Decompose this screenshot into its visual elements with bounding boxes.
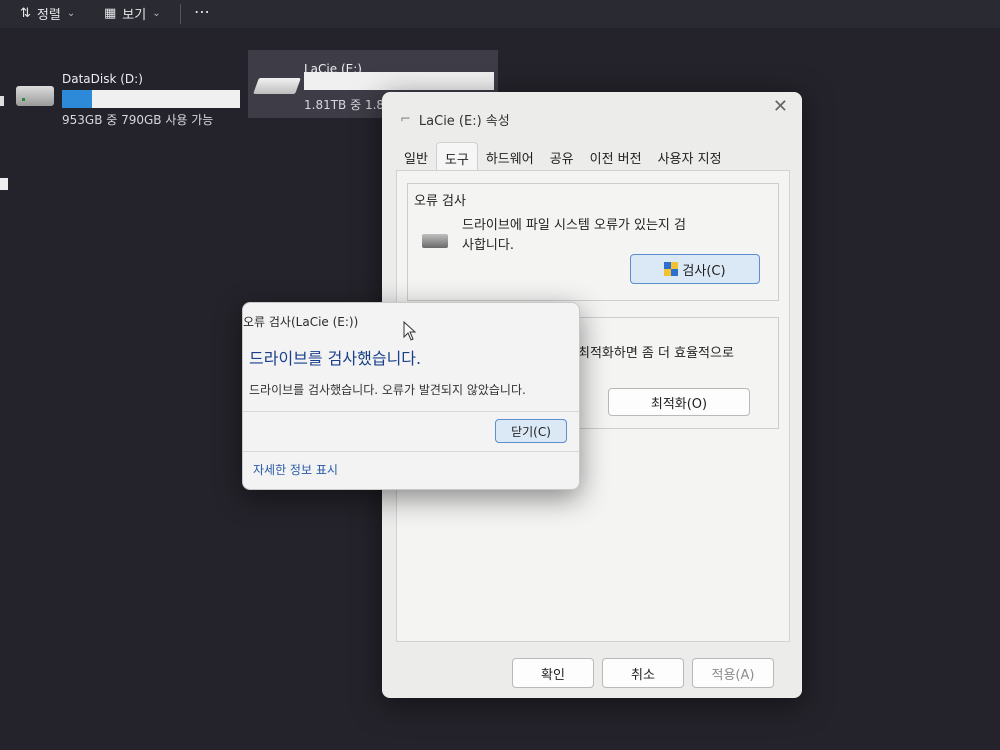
- explorer-toolbar: ⇅ 정렬 ⌄ ▦ 보기 ⌄ ⋯: [0, 0, 1000, 28]
- optimize-description: 최적화하면 좀 더 효율적으로: [578, 346, 734, 361]
- error-check-group: 오류 검사 드라이브에 파일 시스템 오류가 있는지 검 사합니다. 검사(C): [407, 183, 779, 301]
- drive-usage-bar: [304, 72, 494, 90]
- drive-icon: ⌐: [400, 112, 411, 127]
- hard-drive-icon: [422, 234, 448, 248]
- view-icon: ▦: [104, 6, 117, 21]
- external-drive-icon: [253, 78, 301, 94]
- divider: [243, 411, 579, 412]
- divider: [243, 451, 579, 452]
- properties-title-bar: ⌐ LaCie (E:) 속성: [400, 110, 510, 129]
- hard-drive-icon: [16, 86, 54, 106]
- result-message: 드라이브를 검사했습니다. 오류가 발견되지 않았습니다.: [249, 383, 526, 397]
- chevron-down-icon: ⌄: [152, 8, 161, 19]
- drive-size-text: 953GB 중 790GB 사용 가능: [62, 113, 214, 127]
- mouse-cursor-icon: [403, 321, 417, 341]
- view-label: 보기: [122, 8, 147, 23]
- more-options-button[interactable]: ⋯: [194, 2, 210, 21]
- drive-name: DataDisk (D:): [62, 72, 143, 86]
- left-edge-marker: [0, 96, 4, 106]
- apply-button[interactable]: 적용(A): [692, 658, 774, 688]
- close-icon[interactable]: ✕: [773, 96, 788, 117]
- properties-title: LaCie (E:) 속성: [418, 114, 510, 129]
- sort-icon: ⇅: [20, 6, 31, 21]
- sort-label: 정렬: [36, 8, 61, 23]
- group-title: 오류 검사: [414, 194, 466, 209]
- check-button[interactable]: 검사(C): [630, 254, 760, 284]
- error-check-description: 드라이브에 파일 시스템 오류가 있는지 검 사합니다.: [462, 218, 686, 253]
- show-details-link[interactable]: 자세한 정보 표시: [253, 461, 338, 478]
- shield-icon: [664, 261, 679, 277]
- check-button-label: 검사(C): [682, 263, 726, 279]
- sort-button[interactable]: ⇅ 정렬 ⌄: [20, 4, 75, 23]
- drive-tile-d[interactable]: DataDisk (D:) 953GB 중 790GB 사용 가능: [16, 72, 240, 128]
- chevron-down-icon: ⌄: [66, 8, 76, 19]
- result-heading: 드라이브를 검사했습니다.: [249, 349, 422, 368]
- drive-usage-bar: [62, 90, 240, 108]
- ok-button[interactable]: 확인: [512, 658, 594, 688]
- drive-usage-fill: [62, 90, 93, 108]
- left-edge-marker: [0, 178, 8, 190]
- cancel-button[interactable]: 취소: [602, 658, 684, 688]
- close-button[interactable]: 닫기(C): [495, 419, 567, 443]
- view-button[interactable]: ▦ 보기 ⌄: [104, 4, 161, 23]
- result-dialog-title: 오류 검사(LaCie (E:)): [243, 315, 359, 329]
- toolbar-divider: [180, 4, 181, 24]
- optimize-button[interactable]: 최적화(O): [608, 388, 750, 416]
- check-result-dialog: 오류 검사(LaCie (E:)) 드라이브를 검사했습니다. 드라이브를 검사…: [242, 302, 580, 490]
